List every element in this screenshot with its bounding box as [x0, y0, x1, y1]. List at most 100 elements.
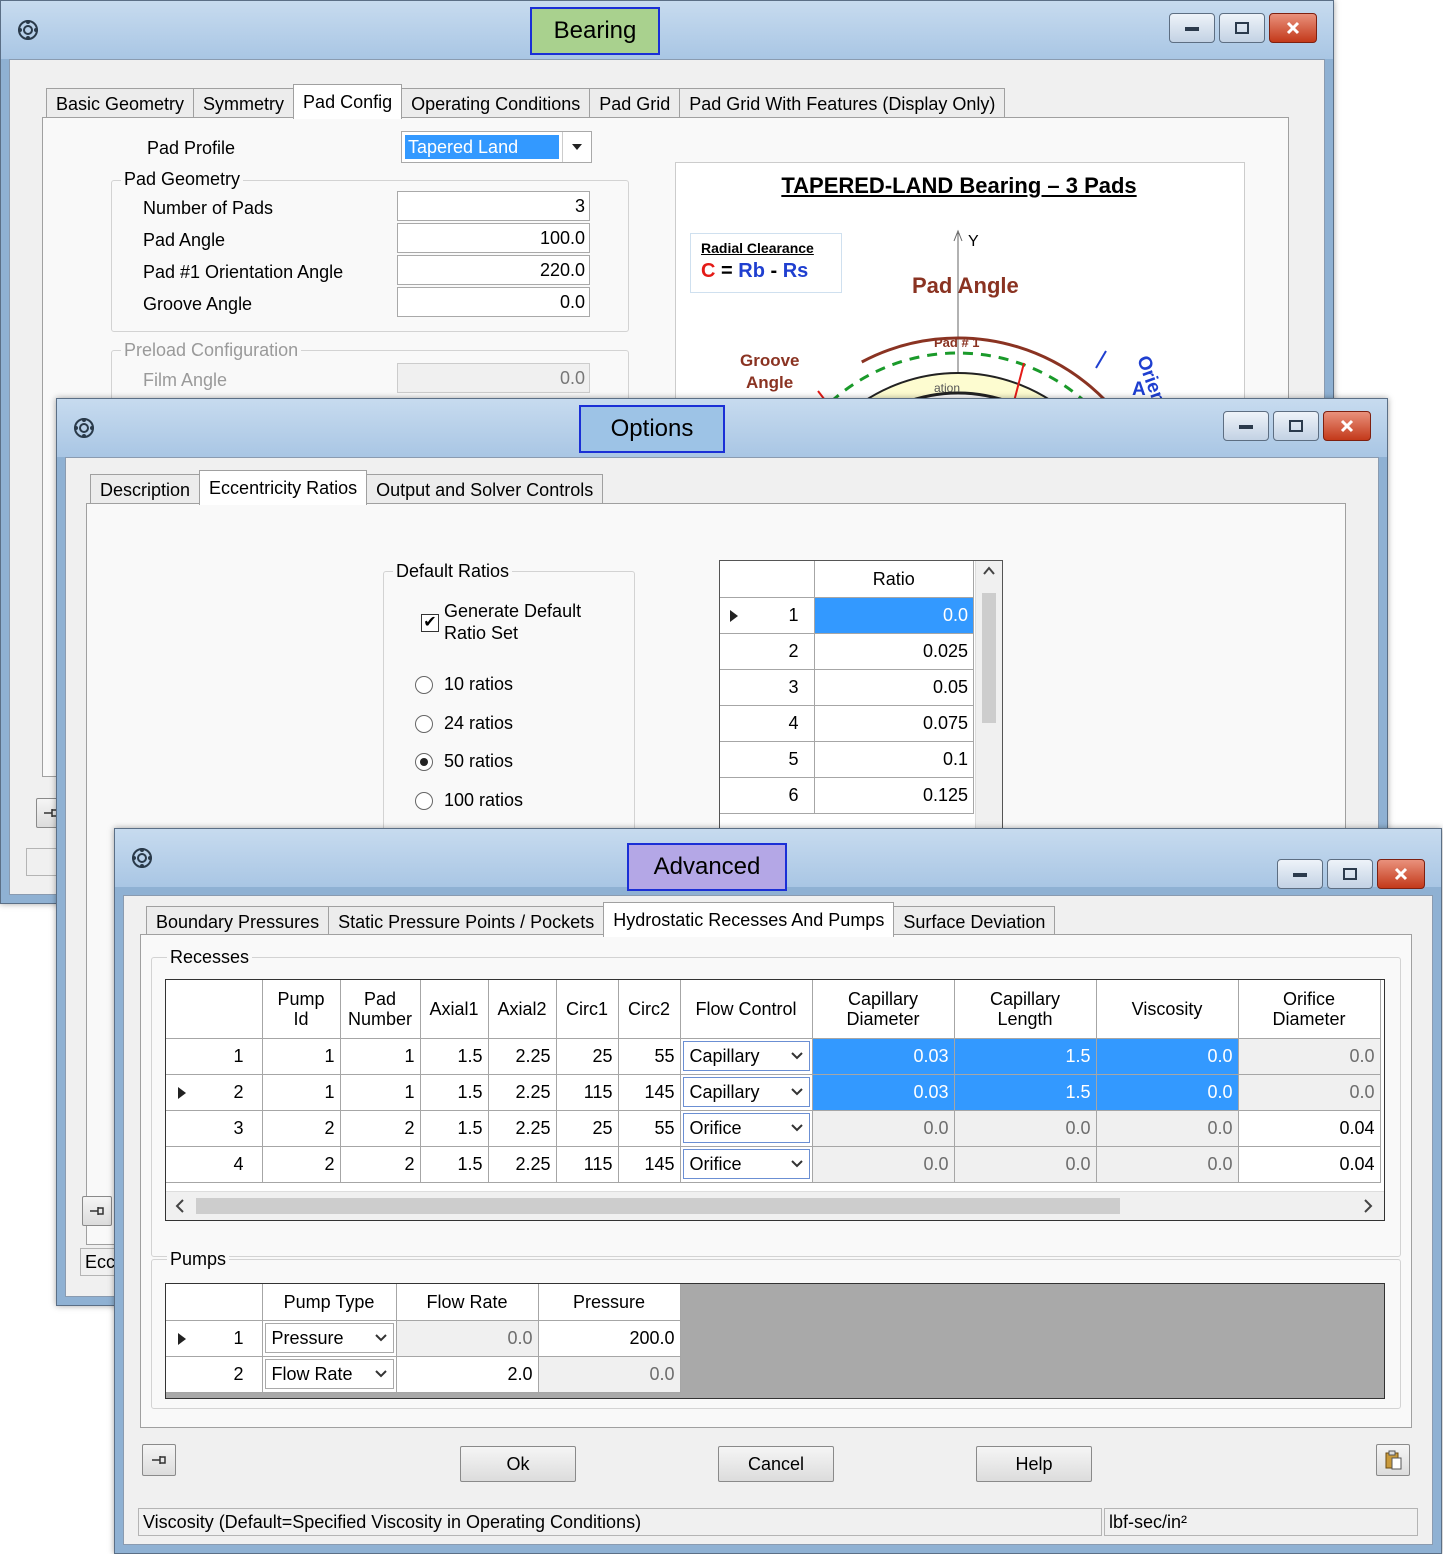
capillary-length-cell[interactable]: 1.5	[953, 1073, 1097, 1111]
scroll-left-icon[interactable]	[170, 1192, 190, 1220]
viscosity-cell[interactable]: 0.0	[1095, 1037, 1239, 1075]
recess-row[interactable]: 3 2 2 1.5 2.25 25 55 Orifice 0.0 0.0 0.0…	[166, 1109, 1381, 1147]
groove-angle-field[interactable]: 0.0	[397, 287, 590, 317]
circ1-cell[interactable]: 25	[555, 1109, 619, 1147]
flow-control-select[interactable]: Capillary	[682, 1077, 810, 1107]
ratio-cell[interactable]: 0.075	[813, 704, 974, 742]
pad-angle-field[interactable]: 100.0	[397, 223, 590, 253]
ratio-cell[interactable]: 0.025	[813, 632, 974, 670]
circ2-cell[interactable]: 55	[617, 1037, 681, 1075]
circ1-cell[interactable]: 25	[555, 1037, 619, 1075]
flow-control-select[interactable]: Capillary	[682, 1041, 810, 1071]
ratio-row[interactable]: 2 0.025	[720, 632, 974, 670]
close-button[interactable]	[1377, 859, 1425, 889]
pad-profile-dropdown-button[interactable]	[562, 132, 591, 162]
pump-id-cell[interactable]: 1	[261, 1073, 341, 1111]
help-button[interactable]: Help	[976, 1446, 1092, 1482]
circ2-cell[interactable]: 145	[617, 1145, 681, 1183]
recess-row[interactable]: 2 1 1 1.5 2.25 115 145 Capillary 0.03 1.…	[166, 1073, 1381, 1111]
scrollbar-thumb[interactable]	[982, 593, 996, 723]
ratio-row[interactable]: 5 0.1	[720, 740, 974, 778]
viscosity-cell[interactable]: 0.0	[1095, 1073, 1239, 1111]
pad-number-cell[interactable]: 2	[339, 1109, 421, 1147]
minimize-button[interactable]	[1277, 859, 1323, 889]
orifice-diameter-cell[interactable]: 0.04	[1237, 1109, 1381, 1147]
flow-control-select[interactable]: Orifice	[682, 1149, 810, 1179]
pump-type-cell[interactable]: Pressure	[261, 1319, 397, 1357]
radio-100-ratios[interactable]	[415, 792, 433, 810]
pump-type-select[interactable]: Flow Rate	[264, 1359, 394, 1389]
tab-surface-deviation[interactable]: Surface Deviation	[893, 906, 1056, 937]
scroll-up-icon[interactable]	[976, 561, 1002, 581]
advanced-pin-button[interactable]	[142, 1444, 176, 1476]
viscosity-cell[interactable]: 0.0	[1095, 1109, 1239, 1147]
ratio-cell[interactable]: 0.1	[813, 740, 974, 778]
ratio-row[interactable]: 4 0.075	[720, 704, 974, 742]
capillary-length-cell[interactable]: 1.5	[953, 1037, 1097, 1075]
minimize-button[interactable]	[1169, 13, 1215, 43]
axial2-cell[interactable]: 2.25	[487, 1037, 557, 1075]
tab-description[interactable]: Description	[90, 474, 201, 505]
pumps-grid[interactable]: Pump Type Flow Rate Pressure 1 Pressure …	[165, 1283, 1385, 1399]
recesses-horizontal-scrollbar[interactable]	[166, 1191, 1384, 1220]
orifice-diameter-cell[interactable]: 0.04	[1237, 1145, 1381, 1183]
pressure-cell[interactable]: 200.0	[537, 1319, 681, 1357]
circ2-cell[interactable]: 55	[617, 1109, 681, 1147]
tab-pad-config[interactable]: Pad Config	[293, 84, 403, 119]
viscosity-cell[interactable]: 0.0	[1095, 1145, 1239, 1183]
pad-profile-select[interactable]: Tapered Land	[401, 131, 592, 163]
axial2-cell[interactable]: 2.25	[487, 1073, 557, 1111]
recess-row[interactable]: 4 2 2 1.5 2.25 115 145 Orifice 0.0 0.0 0…	[166, 1145, 1381, 1183]
options-titlebar[interactable]: Options	[57, 399, 1387, 457]
recess-row[interactable]: 1 1 1 1.5 2.25 25 55 Capillary 0.03 1.5 …	[166, 1037, 1381, 1075]
capillary-diameter-cell[interactable]: 0.03	[811, 1037, 955, 1075]
orientation-angle-field[interactable]: 220.0	[397, 255, 590, 285]
ratio-grid[interactable]: Ratio 1 0.0 2 0.025 3 0.05 4 0.075 5 0.1…	[719, 560, 1003, 862]
paste-button[interactable]	[1376, 1444, 1410, 1476]
tab-operating-conditions[interactable]: Operating Conditions	[401, 88, 591, 119]
maximize-button[interactable]	[1273, 411, 1319, 441]
pad-number-cell[interactable]: 1	[339, 1037, 421, 1075]
radio-10-ratios[interactable]	[415, 676, 433, 694]
pad-number-cell[interactable]: 1	[339, 1073, 421, 1111]
number-of-pads-field[interactable]: 3	[397, 191, 590, 221]
axial1-cell[interactable]: 1.5	[419, 1145, 489, 1183]
close-button[interactable]	[1323, 411, 1371, 441]
axial1-cell[interactable]: 1.5	[419, 1073, 489, 1111]
close-button[interactable]	[1269, 13, 1317, 43]
flow-control-select[interactable]: Orifice	[682, 1113, 810, 1143]
tab-hydrostatic-recesses[interactable]: Hydrostatic Recesses And Pumps	[603, 902, 895, 937]
axial2-cell[interactable]: 2.25	[487, 1145, 557, 1183]
flow-control-cell[interactable]: Capillary	[679, 1073, 813, 1111]
pump-id-cell[interactable]: 2	[261, 1145, 341, 1183]
ratio-cell[interactable]: 0.05	[813, 668, 974, 706]
capillary-diameter-cell[interactable]: 0.03	[811, 1073, 955, 1111]
scroll-right-icon[interactable]	[1358, 1192, 1378, 1220]
flow-control-cell[interactable]: Orifice	[679, 1145, 813, 1183]
pump-row[interactable]: 1 Pressure 0.0 200.0	[166, 1319, 681, 1357]
scrollbar-thumb[interactable]	[196, 1198, 1120, 1214]
radio-50-ratios[interactable]	[415, 753, 433, 771]
ratio-cell[interactable]: 0.125	[813, 776, 974, 814]
ratio-cell[interactable]: 0.0	[813, 596, 974, 634]
advanced-titlebar[interactable]: Advanced	[115, 829, 1441, 891]
pad-number-cell[interactable]: 2	[339, 1145, 421, 1183]
flow-rate-cell[interactable]: 2.0	[395, 1355, 539, 1393]
axial1-cell[interactable]: 1.5	[419, 1109, 489, 1147]
tab-static-pressure-points[interactable]: Static Pressure Points / Pockets	[328, 906, 605, 937]
options-pin-button[interactable]	[82, 1196, 112, 1226]
cancel-button[interactable]: Cancel	[718, 1446, 834, 1482]
ratio-row[interactable]: 1 0.0	[720, 596, 974, 634]
circ1-cell[interactable]: 115	[555, 1145, 619, 1183]
tab-boundary-pressures[interactable]: Boundary Pressures	[146, 906, 330, 937]
pump-row[interactable]: 2 Flow Rate 2.0 0.0	[166, 1355, 681, 1393]
pump-type-select[interactable]: Pressure	[264, 1323, 394, 1353]
flow-control-cell[interactable]: Orifice	[679, 1109, 813, 1147]
tab-output-solver-controls[interactable]: Output and Solver Controls	[366, 474, 604, 505]
radio-24-ratios[interactable]	[415, 715, 433, 733]
recesses-grid[interactable]: Pump Id Pad Number Axial1 Axial2 Circ1 Cir…	[165, 979, 1385, 1221]
tab-pad-grid-features[interactable]: Pad Grid With Features (Display Only)	[679, 88, 1006, 119]
maximize-button[interactable]	[1327, 859, 1373, 889]
minimize-button[interactable]	[1223, 411, 1269, 441]
maximize-button[interactable]	[1219, 13, 1265, 43]
